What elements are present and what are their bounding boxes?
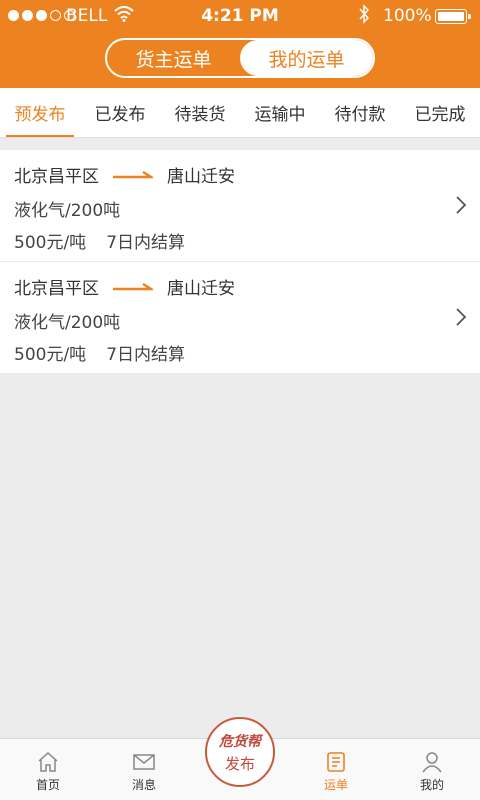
bottom-navigation: 首页 消息 危货帮 发布 运单 我的 xyxy=(0,717,480,800)
order-card[interactable]: 北京昌平区 唐山迁安 液化气/200吨 500元/吨 7日内结算 xyxy=(0,150,480,262)
segment-my-waybills[interactable]: 我的运单 xyxy=(240,40,373,76)
origin: 北京昌平区 xyxy=(14,167,99,187)
order-card[interactable]: 北京昌平区 唐山迁安 液化气/200吨 500元/吨 7日内结算 xyxy=(0,262,480,374)
segment-owner-waybills[interactable]: 货主运单 xyxy=(107,40,240,76)
bluetooth-icon xyxy=(359,4,370,24)
publish-logo: 危货帮 xyxy=(219,733,261,750)
nav-waybill-label: 运单 xyxy=(323,778,348,792)
route: 北京昌平区 唐山迁安 xyxy=(14,162,235,187)
battery-icon xyxy=(435,9,471,24)
tab-pre-publish[interactable]: 预发布 xyxy=(0,88,80,137)
tab-completed[interactable]: 已完成 xyxy=(400,88,480,137)
payment-terms: 500元/吨 7日内结算 xyxy=(14,340,185,365)
nav-messages-label: 消息 xyxy=(131,778,156,792)
cargo-info: 液化气/200吨 xyxy=(14,313,121,333)
chevron-right-icon xyxy=(456,308,467,326)
chevron-right-icon xyxy=(456,196,467,214)
order-list: 北京昌平区 唐山迁安 液化气/200吨 500元/吨 7日内结算 北京昌平区 唐山… xyxy=(0,150,480,374)
nav-mine-label: 我的 xyxy=(419,778,444,792)
origin: 北京昌平区 xyxy=(14,279,99,299)
nav-waybill[interactable]: 运单 xyxy=(288,739,384,800)
home-icon xyxy=(38,751,58,772)
price: 500元/吨 xyxy=(14,233,87,253)
user-icon xyxy=(422,752,442,773)
status-bar: BELL 4:21 PM 100% xyxy=(0,0,480,32)
payment-terms: 500元/吨 7日内结算 xyxy=(14,228,185,253)
settlement: 7日内结算 xyxy=(106,233,186,253)
destination: 唐山迁安 xyxy=(167,279,235,299)
cargo-info: 液化气/200吨 xyxy=(14,201,121,221)
nav-publish[interactable]: 危货帮 发布 xyxy=(192,717,288,800)
tab-awaiting-payment[interactable]: 待付款 xyxy=(320,88,400,137)
route-arrow-icon xyxy=(113,170,153,178)
route: 北京昌平区 唐山迁安 xyxy=(14,274,235,299)
publish-label: 发布 xyxy=(224,754,255,773)
waybill-type-switch: 货主运单 我的运单 xyxy=(105,38,375,78)
tab-in-transit[interactable]: 运输中 xyxy=(240,88,320,137)
nav-home-label: 首页 xyxy=(35,778,60,792)
tab-published[interactable]: 已发布 xyxy=(80,88,160,137)
nav-mine[interactable]: 我的 xyxy=(384,739,480,800)
settlement: 7日内结算 xyxy=(106,345,186,365)
destination: 唐山迁安 xyxy=(167,167,235,187)
header-bar: BELL 4:21 PM 100% 货主运单 我的运单 xyxy=(0,0,480,88)
tab-awaiting-loading[interactable]: 待装货 xyxy=(160,88,240,137)
nav-messages[interactable]: 消息 xyxy=(96,739,192,800)
order-status-tabs: 预发布 已发布 待装货 运输中 待付款 已完成 xyxy=(0,88,480,138)
nav-home[interactable]: 首页 xyxy=(0,739,96,800)
publish-button[interactable]: 危货帮 发布 xyxy=(205,717,275,787)
battery-percentage: 100% xyxy=(383,6,432,26)
price: 500元/吨 xyxy=(14,345,87,365)
envelope-icon xyxy=(133,754,155,770)
route-arrow-icon xyxy=(113,282,153,290)
document-icon xyxy=(327,752,345,772)
